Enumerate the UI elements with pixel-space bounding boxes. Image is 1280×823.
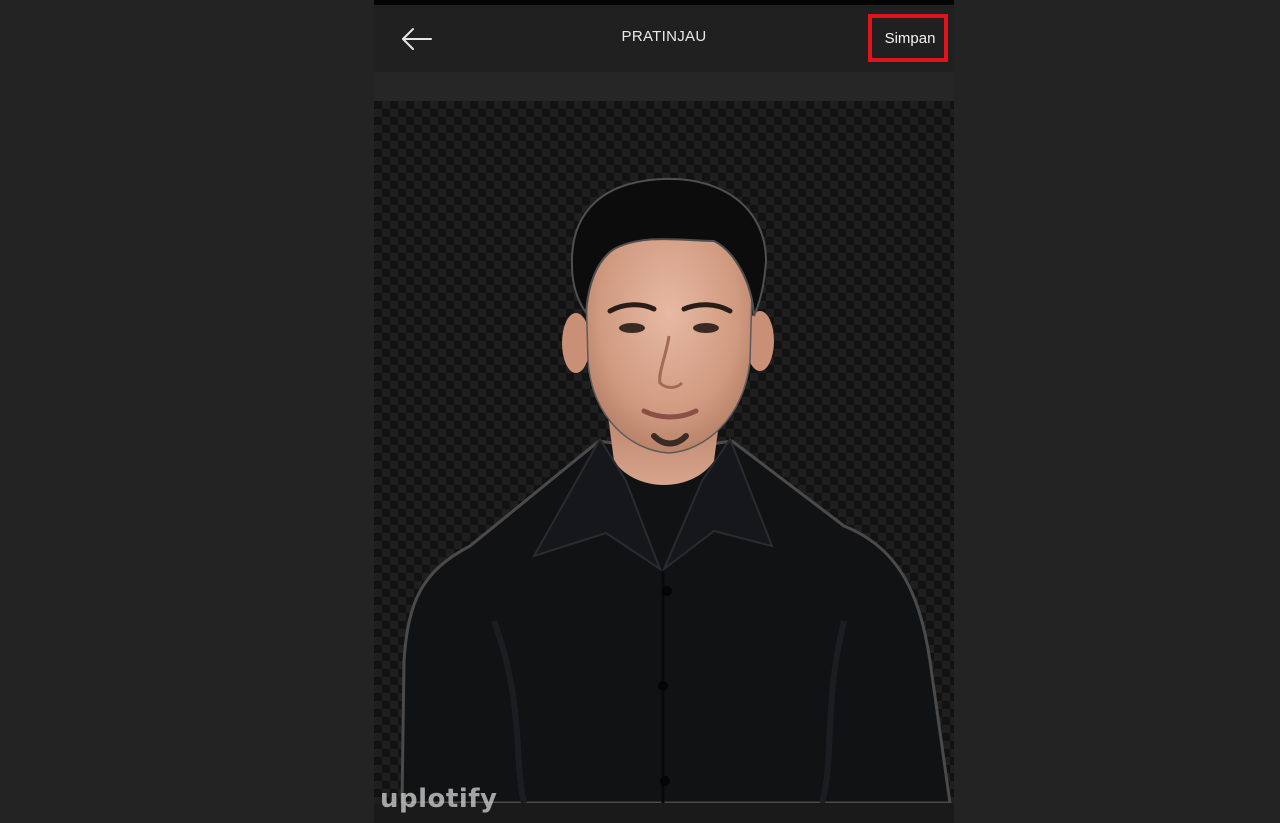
person-cutout-photo [400,177,952,803]
app-window: PRATINJAU Simpan uplotify [374,0,954,823]
watermark-logo: uplotify [380,784,498,814]
page-title: PRATINJAU [621,28,707,45]
app-bar: PRATINJAU Simpan [374,5,954,72]
screen: PRATINJAU Simpan uplotify [0,0,1280,823]
preview-canvas [374,101,954,803]
save-button-label: Simpan [884,29,936,47]
toolbar-spacer [374,72,954,101]
save-button[interactable]: Simpan [868,14,948,62]
